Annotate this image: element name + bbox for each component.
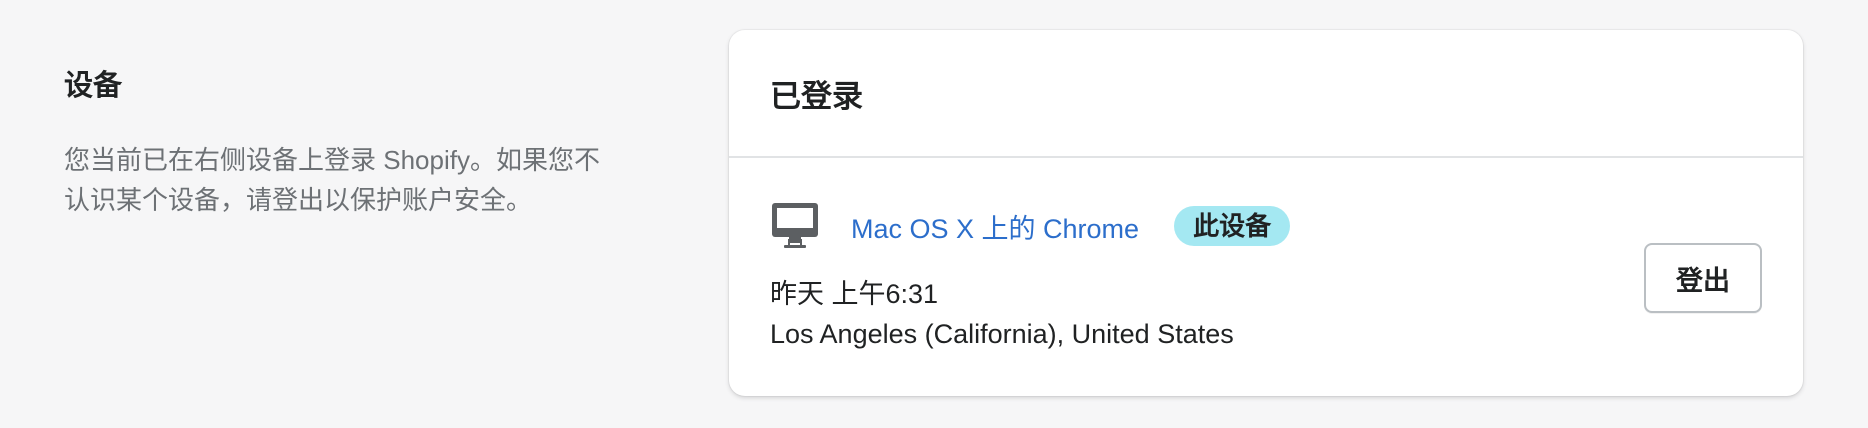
card-title: 已登录 (770, 78, 863, 114)
monitor-icon (770, 201, 820, 251)
device-name-link[interactable]: Mac OS X 上的 Chrome (851, 207, 1139, 246)
login-location: Los Angeles (California), United States (770, 319, 1234, 349)
card-header: 已登录 (729, 30, 1803, 158)
section-description: 您当前已在右侧设备上登录 Shopify。如果您不认识某个设备，请登出以保护账户… (64, 145, 600, 215)
login-time: 昨天 上午6:31 (770, 279, 939, 309)
this-device-badge: 此设备 (1174, 206, 1291, 246)
section-intro: 设备 您当前已在右侧设备上登录 Shopify。如果您不认识某个设备，请登出以保… (64, 66, 604, 220)
device-entry: Mac OS X 上的 Chrome 此设备 昨天 上午6:31 Los Ang… (770, 198, 1470, 354)
logged-in-card: 已登录 Mac OS X 上的 Chrome 此设备 昨天 上午6:31 Los… (729, 30, 1803, 396)
section-title: 设备 (64, 70, 123, 102)
device-row: Mac OS X 上的 Chrome 此设备 (770, 198, 1470, 254)
logout-button[interactable]: 登出 (1644, 243, 1762, 313)
